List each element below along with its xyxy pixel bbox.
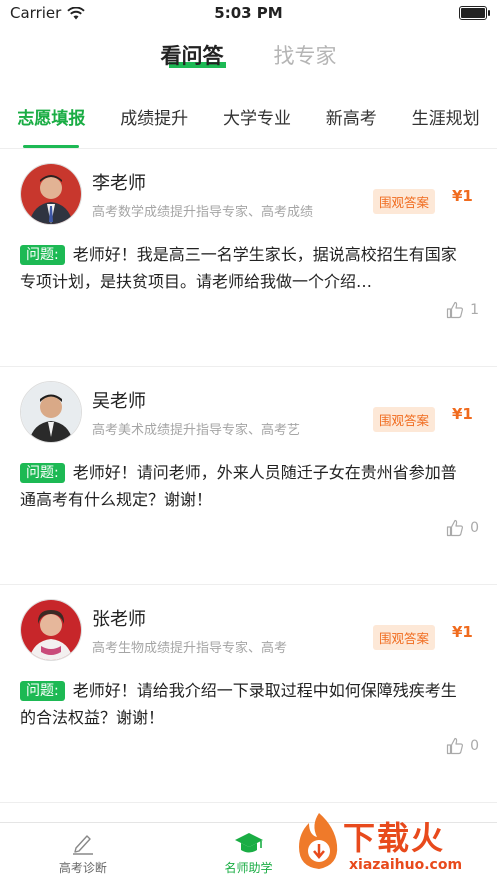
like-count: 1: [470, 302, 479, 318]
question-tag: 问题:: [20, 463, 65, 483]
thumbs-up-icon: [446, 301, 464, 319]
tab-label: 新高考: [325, 108, 377, 129]
question-card[interactable]: 李老师 高考数学成绩提升指导专家、高考成绩 围观答案 ¥1 问题: 老师好！我是高…: [0, 149, 497, 367]
question-tag: 问题:: [20, 681, 65, 701]
teacher-name: 李老师: [92, 173, 146, 194]
tab-indicator: [23, 145, 80, 148]
avatar[interactable]: [20, 381, 82, 443]
top-tab-qa[interactable]: 看问答: [160, 40, 226, 70]
tab-volunteer[interactable]: 志愿填报: [13, 84, 89, 148]
like-button[interactable]: 1: [446, 301, 479, 319]
graduation-cap-icon: [234, 832, 263, 852]
pencil-icon: [72, 834, 93, 855]
tab-label: 大学专业: [222, 108, 291, 129]
question-tag: 问题:: [20, 245, 65, 265]
top-tab-label: 看问答: [160, 44, 224, 68]
teacher-name: 吴老师: [92, 391, 146, 412]
tab-majors[interactable]: 大学专业: [219, 84, 295, 148]
watermark-text: 下载火: [343, 819, 446, 857]
question-body: 问题: 老师好！我是高三一名学生家长，据说高校招生有国家专项计划，是扶贫项目。请老…: [20, 241, 460, 295]
tab-career[interactable]: 生涯规划: [408, 84, 484, 148]
question-card[interactable]: 张老师 高考生物成绩提升指导专家、高考 围观答案 ¥1 问题: 老师好！请给我介绍…: [0, 585, 497, 803]
view-answer-badge[interactable]: 围观答案: [373, 625, 436, 650]
like-button[interactable]: 0: [446, 737, 479, 755]
price-label: ¥1: [452, 623, 473, 641]
question-body: 问题: 老师好！请给我介绍一下录取过程中如何保障残疾考生的合法权益？谢谢！: [20, 677, 460, 731]
question-card[interactable]: 吴老师 高考美术成绩提升指导专家、高考艺 围观答案 ¥1 问题: 老师好！请问老师…: [0, 367, 497, 585]
status-bar: Carrier 5:03 PM: [0, 0, 497, 26]
teacher-title: 高考美术成绩提升指导专家、高考艺: [92, 423, 301, 438]
avatar[interactable]: [20, 163, 82, 225]
like-button[interactable]: 0: [446, 519, 479, 537]
view-answer-badge[interactable]: 围观答案: [373, 407, 436, 432]
tab-scores[interactable]: 成绩提升: [116, 84, 192, 148]
thumbs-up-icon: [446, 519, 464, 537]
question-list: 李老师 高考数学成绩提升指导专家、高考成绩 围观答案 ¥1 问题: 老师好！我是高…: [0, 149, 497, 803]
watermark-logo: 下载火 xiazaihuo.com: [291, 809, 491, 879]
like-count: 0: [470, 738, 479, 754]
tab-new-gaokao[interactable]: 新高考: [322, 84, 381, 148]
battery-icon: [459, 6, 490, 20]
top-tab-label: 找专家: [273, 44, 337, 68]
wifi-icon: [67, 6, 86, 19]
carrier-label: Carrier: [10, 4, 62, 22]
tabbar-diagnosis[interactable]: 高考诊断: [0, 823, 166, 883]
tab-label: 生涯规划: [411, 108, 480, 129]
tabbar-label: 高考诊断: [58, 860, 107, 875]
tabbar-label: 名师助学: [224, 860, 273, 875]
view-answer-badge[interactable]: 围观答案: [373, 189, 436, 214]
question-text: 老师好！我是高三一名学生家长，据说高校招生有国家专项计划，是扶贫项目。请老师给我…: [20, 245, 457, 291]
price-label: ¥1: [452, 405, 473, 423]
top-segment-nav: 看问答 找专家: [0, 26, 497, 84]
flame-logo-icon: [299, 813, 338, 869]
price-label: ¥1: [452, 187, 473, 205]
teacher-title: 高考生物成绩提升指导专家、高考: [92, 641, 288, 656]
tab-label: 成绩提升: [120, 108, 189, 129]
question-body: 问题: 老师好！请问老师，外来人员随迁子女在贵州省参加普通高考有什么规定？谢谢！: [20, 459, 460, 513]
category-tabs: 志愿填报 成绩提升 大学专业 新高考 生涯规划: [0, 84, 497, 149]
top-tab-experts[interactable]: 找专家: [274, 40, 337, 70]
tab-label: 志愿填报: [17, 108, 86, 129]
teacher-name: 张老师: [92, 609, 146, 630]
question-text: 老师好！请给我介绍一下录取过程中如何保障残疾考生的合法权益？谢谢！: [20, 681, 457, 727]
avatar[interactable]: [20, 599, 82, 661]
like-count: 0: [470, 520, 479, 536]
watermark-url: xiazaihuo.com: [349, 857, 463, 873]
thumbs-up-icon: [446, 737, 464, 755]
teacher-title: 高考数学成绩提升指导专家、高考成绩: [92, 205, 314, 220]
question-text: 老师好！请问老师，外来人员随迁子女在贵州省参加普通高考有什么规定？谢谢！: [20, 463, 457, 509]
